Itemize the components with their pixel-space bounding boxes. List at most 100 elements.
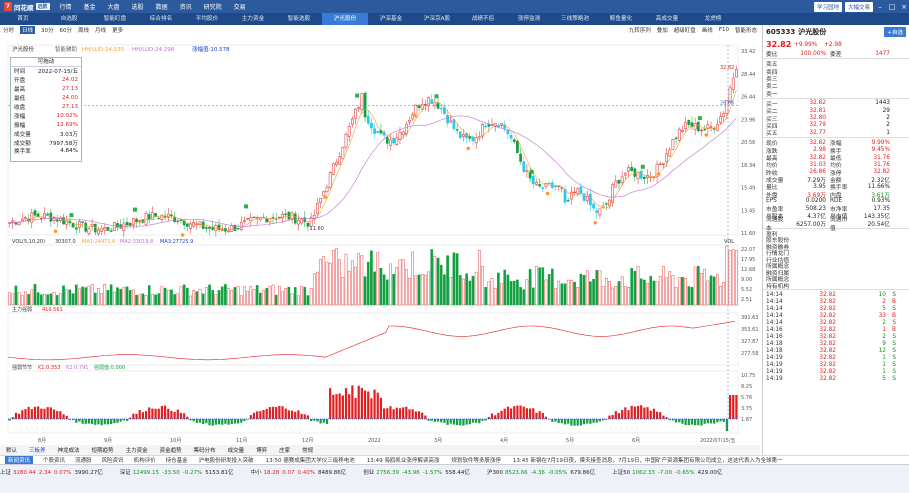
index-item[interactable]: 深证 12499.15 -33.50 -0.27% 5153.81亿 [120, 468, 237, 476]
volume-bar [490, 278, 494, 306]
candle [154, 213, 157, 217]
toolbar-tool[interactable]: 画线 [702, 26, 713, 34]
volume-bar [595, 270, 599, 306]
volume-bar [512, 280, 516, 306]
news-item[interactable]: 规划软件等多股涨停 [451, 456, 501, 464]
candle [665, 153, 668, 162]
indicator-tab[interactable]: 成交量 [228, 446, 245, 454]
nav-tab[interactable]: 综合排名 [138, 13, 184, 25]
news-tab[interactable]: 流通股 [75, 456, 92, 464]
kdj-bar [503, 408, 506, 419]
menu-item[interactable]: 数据 [156, 4, 168, 11]
period-tab[interactable]: 30分 [41, 26, 54, 34]
nav-tab[interactable]: 自选股 [46, 13, 92, 25]
nav-tab[interactable]: 主力资金 [230, 13, 276, 25]
news-item[interactable]: 沪电股份研发投入突破 [199, 456, 254, 464]
period-tab[interactable]: 月线 [95, 26, 106, 34]
news-tab[interactable]: 机构评价 [134, 456, 156, 464]
menu-item[interactable]: 大盘 [108, 4, 120, 11]
toolbar-tool[interactable]: 超级盯盘 [674, 26, 696, 34]
kdj-bar [582, 419, 586, 425]
indicator-tab[interactable]: 资金趋势 [160, 446, 182, 454]
index-item[interactable]: 创业 2756.39 -43.96 -1.57% 558.44亿 [363, 468, 473, 476]
indicator-tab[interactable]: 博弈 [256, 446, 267, 454]
nav-tab[interactable]: 涨停监测 [506, 13, 552, 25]
indicator-tab[interactable]: 默认 [6, 446, 17, 454]
candle [455, 129, 459, 131]
period-tab[interactable]: 60分 [60, 26, 73, 34]
nav-tab[interactable]: 首页 [0, 13, 46, 25]
nav-tab[interactable]: 三线策略池 [552, 13, 598, 25]
info-popup[interactable]: 可拖动 时间 2022-07-15/五 开盘 24.02 最高 27.13 最低 24.00 收… [10, 57, 82, 162]
nav-tab[interactable]: 沪深基金 [368, 13, 414, 25]
nav-tab[interactable]: 鲸鱼量化 [598, 13, 644, 25]
menu-item[interactable]: 行情 [60, 4, 72, 11]
news-tab[interactable]: 个股资讯 [43, 456, 65, 464]
nav-tab[interactable]: 战绩不俗 [460, 13, 506, 25]
maximize-icon[interactable]: □ [887, 3, 897, 11]
news-item[interactable]: 13:49 海鸥凯业涨停解读高涨 [367, 456, 440, 464]
big-trade-button[interactable]: 大幅交易 [844, 1, 873, 12]
index-item[interactable]: 沪300 8523.66 -4.36 -0.05% 679.86亿 [487, 468, 598, 476]
nav-tab[interactable]: 智能选股 [276, 13, 322, 25]
indicator-tab[interactable]: 常规 [302, 446, 313, 454]
kdj-bar [59, 411, 62, 419]
news-tab[interactable]: 新闻资讯 [5, 456, 34, 464]
candle [144, 213, 148, 225]
misc-link[interactable]: 持有机构 [763, 282, 909, 290]
nav-tab[interactable]: 平均股价 [184, 13, 230, 25]
index-item[interactable]: 上证 3280.44 2.34 0.07% 3990.27亿 [0, 468, 106, 476]
info-label: 时间 [14, 69, 26, 76]
kline-chart[interactable]: 33.42 28.44 26.44 23.96 20.56 18.34 15.49 13.45… [0, 35, 760, 445]
menu-item[interactable]: 基金 [84, 4, 96, 11]
nav-tab[interactable]: 沪深京A股 [414, 13, 460, 25]
index-item[interactable]: 上证50 1062.33 -7.00 -0.65% 429.00亿 [612, 468, 725, 476]
kdj-bar [551, 419, 554, 422]
news-item[interactable]: 13:45 新钢在7月19日夜，摸天接查消息，7月19日，中国矿产资源集团有限公… [513, 456, 783, 464]
indicator-tab[interactable]: 筹码分布 [194, 446, 216, 454]
candle [519, 153, 522, 162]
nav-tab[interactable]: 高成交量 [644, 13, 690, 25]
indicator-tab[interactable]: 短期趋势 [92, 446, 114, 454]
month-label: 4月 [500, 438, 508, 444]
kdj-bar [735, 395, 738, 419]
indicator-tab[interactable]: 三板斧 [29, 446, 46, 454]
kdj-bar [471, 419, 475, 423]
toolbar-tool[interactable]: F10 [719, 27, 729, 33]
candle [366, 115, 370, 124]
minimize-icon[interactable]: – [875, 3, 885, 11]
nav-tab[interactable]: 沪光股份 [322, 13, 368, 25]
sell-signal-icon [323, 195, 328, 199]
tick-volume: 33 [878, 312, 886, 319]
index-item[interactable]: 中小 18.28 0.07 0.40% 8489.86亿 [250, 468, 349, 476]
menu-item[interactable]: 研究院 [204, 4, 222, 11]
news-item[interactable]: 13:50 德赛成集团大学仪三级移电池 [266, 456, 355, 464]
nav-tab[interactable]: 龙虎榜 [690, 13, 736, 25]
menu-item[interactable]: 资讯 [180, 4, 192, 11]
tick-side: S [892, 354, 896, 361]
toolbar-tool[interactable]: 智能形态 [735, 26, 757, 34]
indicator-tab[interactable]: 庄家 [279, 446, 290, 454]
indicator-tab[interactable]: 神龙成法 [58, 446, 80, 454]
close-icon[interactable]: × [899, 3, 909, 11]
kdj-bar [589, 419, 592, 424]
news-tab[interactable]: 风险资讯 [102, 456, 124, 464]
add-watchlist-button[interactable]: +自选 [884, 27, 906, 37]
candle [33, 210, 37, 216]
nav-tab[interactable]: 智能盯盘 [92, 13, 138, 25]
indicator-tab[interactable]: 主力资金 [126, 446, 148, 454]
news-tab[interactable]: 持仓基金 [166, 456, 188, 464]
period-tab[interactable]: 更多 [112, 26, 123, 34]
period-tab[interactable]: 周线 [78, 26, 89, 34]
month-label: 9月 [104, 438, 112, 444]
period-tab[interactable]: 分时 [3, 26, 14, 34]
period-tab[interactable]: 日线 [20, 26, 36, 34]
toolbar-tool[interactable]: 九转序列 [629, 26, 651, 34]
info-value: 12.69% [56, 121, 78, 128]
toolbar-tool[interactable]: 叠加 [657, 26, 668, 34]
learn-button[interactable]: 学习园地 [813, 1, 842, 12]
kdj-bar [687, 419, 690, 426]
menu-item[interactable]: 选股 [132, 4, 144, 11]
menu-item[interactable]: 交易 [234, 4, 246, 11]
candle [224, 228, 227, 232]
